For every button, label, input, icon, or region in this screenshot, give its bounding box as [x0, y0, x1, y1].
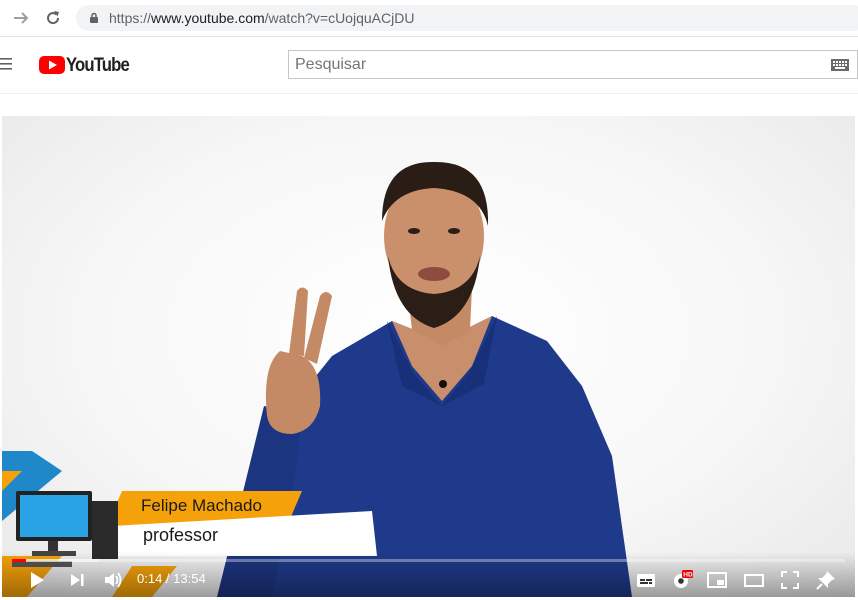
lock-icon [88, 12, 100, 24]
player-controls: 0:14 / 13:54 HD [2, 552, 855, 597]
subtitles-icon[interactable] [635, 569, 657, 591]
miniplayer-icon[interactable] [706, 569, 728, 591]
presenter-name: Felipe Machado [141, 496, 262, 515]
url-scheme: https:// [109, 10, 152, 26]
youtube-play-logo-icon [39, 56, 65, 74]
forward-arrow-icon[interactable] [12, 9, 30, 27]
address-bar[interactable]: https://www.youtube.com/watch?v=cUojquAC… [76, 5, 858, 31]
search-input[interactable]: Pesquisar [288, 50, 858, 79]
next-icon[interactable] [66, 569, 88, 591]
browser-toolbar: https://www.youtube.com/watch?v=cUojquAC… [0, 0, 858, 37]
url-host: www.youtube.com [151, 10, 265, 26]
url-path: /watch?v=cUojquACjDU [264, 10, 415, 26]
svg-text:HD: HD [683, 572, 693, 579]
youtube-logo[interactable]: YouTube [39, 55, 130, 77]
progress-bar[interactable] [12, 559, 845, 562]
time-separator: / [162, 571, 174, 586]
logo-text: YouTube [66, 55, 130, 76]
settings-hd-icon[interactable]: HD [671, 569, 693, 591]
video-player[interactable]: Felipe Machado professor 0:14 / 13:54 HD [2, 116, 855, 597]
url-text[interactable]: https://www.youtube.com/watch?v=cUojquAC… [109, 10, 414, 26]
play-icon[interactable] [26, 569, 48, 591]
keyboard-icon[interactable] [831, 59, 849, 71]
presenter-role: professor [143, 525, 219, 545]
hamburger-menu-icon[interactable] [0, 57, 14, 71]
pin-icon[interactable] [815, 569, 837, 591]
volume-icon[interactable] [102, 569, 124, 591]
youtube-header: YouTube Pesquisar [0, 37, 858, 94]
progress-played [12, 559, 27, 562]
time-display: 0:14 / 13:54 [137, 571, 206, 586]
theater-mode-icon[interactable] [743, 569, 765, 591]
search-placeholder: Pesquisar [295, 56, 367, 73]
fullscreen-icon[interactable] [779, 569, 801, 591]
duration: 13:54 [173, 571, 206, 586]
reload-icon[interactable] [44, 9, 62, 27]
current-time: 0:14 [137, 571, 163, 586]
